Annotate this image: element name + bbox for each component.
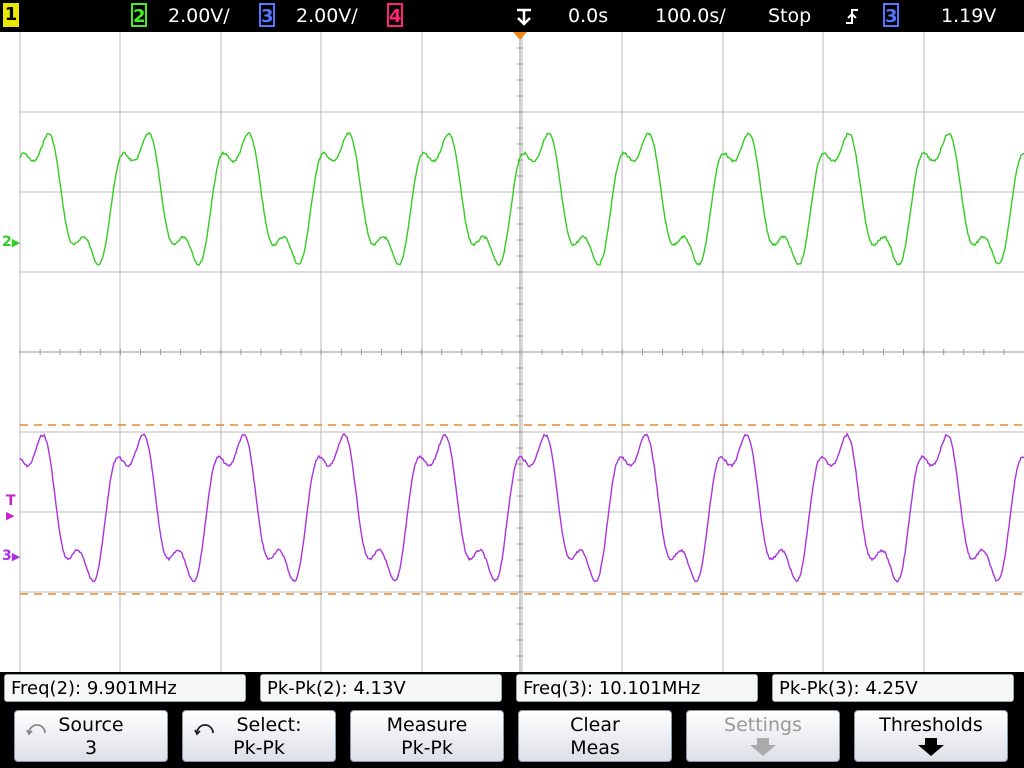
source-softkey[interactable]: Source 3 (14, 710, 168, 762)
measure-softkey[interactable]: Measure Pk-Pk (350, 710, 504, 762)
trigger-level: 1.19V (941, 5, 997, 27)
settings-softkey[interactable]: Settings (686, 710, 840, 762)
arrow-down-icon (918, 738, 944, 756)
measurement-pkpk-ch2[interactable]: Pk-Pk(2): 4.13V (260, 674, 502, 702)
trigger-position-icon (517, 8, 531, 26)
channel-1-indicator[interactable]: 1 (3, 3, 19, 27)
status-bar: 1 2 2.00V/ 3 2.00V/ 4 0.0s 100.0s/ Stop … (0, 0, 1024, 32)
trigger-position-marker (513, 32, 527, 40)
time-scale: 100.0s/ (655, 5, 726, 27)
rising-edge-icon (846, 9, 858, 24)
measurement-freq-ch2[interactable]: Freq(2): 9.901MHz (4, 674, 246, 702)
waveform-display[interactable]: 2▶ T ▶ 3▶ (0, 32, 1024, 672)
arrow-down-icon (750, 738, 776, 756)
trigger-source-indicator[interactable]: 3 (883, 3, 899, 27)
thresholds-softkey[interactable]: Thresholds (854, 710, 1008, 762)
select-softkey[interactable]: Select: Pk-Pk (182, 710, 336, 762)
time-offset: 0.0s (568, 5, 609, 27)
entry-knob-icon (194, 724, 214, 736)
channel-2-scale: 2.00V/ (168, 5, 230, 27)
measurement-bar: Freq(2): 9.901MHz Pk-Pk(2): 4.13V Freq(3… (0, 672, 1024, 706)
channel-2-indicator[interactable]: 2 (131, 3, 147, 27)
channel-4-indicator[interactable]: 4 (387, 3, 403, 27)
measurement-pkpk-ch3[interactable]: Pk-Pk(3): 4.25V (772, 674, 1014, 702)
entry-knob-icon (26, 724, 46, 736)
trigger-level-marker[interactable]: T ▶ (6, 494, 16, 523)
measurement-freq-ch3[interactable]: Freq(3): 10.101MHz (516, 674, 758, 702)
channel-3-indicator[interactable]: 3 (259, 3, 275, 27)
softkey-bar: Source 3 Select: Pk-Pk Measure Pk-Pk Cle… (0, 706, 1024, 768)
channel-2-ground-marker[interactable]: 2▶ (2, 235, 20, 250)
channel-3-ground-marker[interactable]: 3▶ (2, 549, 20, 564)
channel-3-scale: 2.00V/ (296, 5, 358, 27)
clear-meas-softkey[interactable]: Clear Meas (518, 710, 672, 762)
waveform-plot (19, 32, 1024, 672)
run-state: Stop (768, 5, 812, 27)
